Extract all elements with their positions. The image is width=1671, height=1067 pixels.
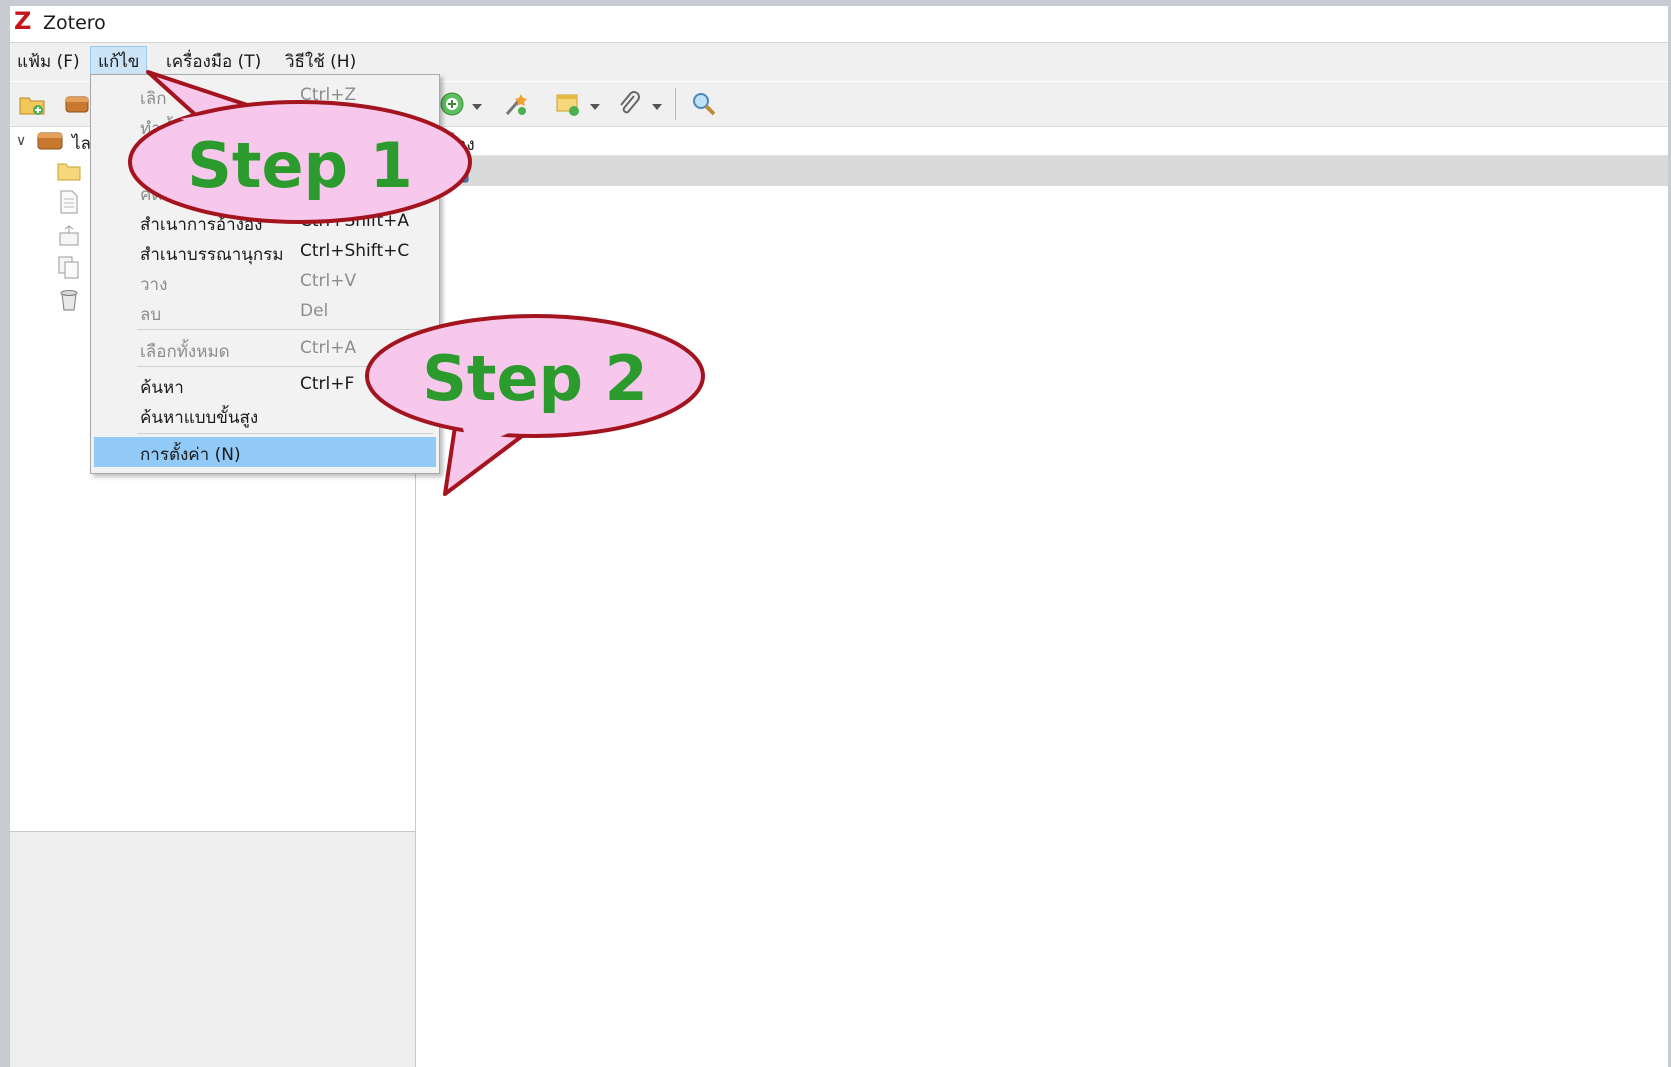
menu-item-paste[interactable]: วาง Ctrl+V (94, 267, 436, 297)
menu-tools[interactable]: เครื่องมือ (T) (159, 47, 268, 77)
document-icon[interactable] (57, 190, 81, 214)
tag-selector (10, 831, 415, 1067)
magic-wand-icon[interactable] (502, 90, 530, 118)
menu-item-shortcut: Ctrl+Shift+C (300, 241, 410, 261)
new-item-icon[interactable] (438, 90, 466, 118)
zotero-window: Z Zotero แฟ้ม (F) แก้ไข เครื่องมือ (T) ว… (10, 6, 1671, 1067)
menu-item-select-all[interactable]: เลือกทั้งหมด Ctrl+A (94, 334, 436, 364)
menu-item-label: เลิก (140, 89, 167, 109)
menu-separator (137, 366, 433, 367)
menu-item-shortcut: Ctrl+Z (300, 85, 357, 105)
menu-item-label: ทำซ้ำ (140, 119, 182, 139)
menu-item-shortcut: Ctrl+F (300, 374, 355, 394)
items-pane: อเรื่อง (416, 127, 1671, 1067)
menu-item-copy[interactable]: คัดลอก Ctrl+C (94, 177, 436, 207)
menu-item-shortcut: Ctrl+Shift+A (300, 211, 410, 231)
menu-item-shortcut: Ctrl+X (300, 151, 357, 171)
menu-item-label: คัดลอก (140, 185, 194, 205)
search-icon[interactable] (690, 90, 718, 118)
zotero-logo-icon: Z (14, 7, 32, 35)
menu-item-label: ค้นหาแบบขั้นสูง (140, 408, 259, 428)
menu-item-find[interactable]: ค้นหา Ctrl+F (94, 370, 436, 400)
new-library-icon[interactable] (64, 90, 92, 118)
menu-separator (137, 433, 433, 434)
menu-item-copy-bibliography[interactable]: สำเนาบรรณานุกรม Ctrl+Shift+C (94, 237, 436, 267)
items-column-header[interactable]: อเรื่อง (416, 127, 1671, 156)
menu-separator (137, 329, 433, 330)
new-collection-icon[interactable] (18, 90, 46, 118)
menu-item-preferences[interactable]: การตั้งค่า (N) (94, 437, 436, 467)
menu-item-redo[interactable]: ทำซ้ำ Ctrl+Y (94, 111, 436, 141)
attachment-dropdown-icon[interactable] (652, 104, 662, 110)
menu-item-shortcut: Ctrl+C (300, 181, 357, 201)
menu-item-label: การตั้งค่า (N) (140, 445, 241, 465)
menu-item-label: ลบ (140, 305, 162, 325)
table-row[interactable] (416, 156, 1671, 186)
title-bar: Z Zotero (10, 6, 1671, 43)
menu-item-label: เลือกทั้งหมด (140, 342, 230, 362)
menu-item-copy-citation[interactable]: สำเนาการอ้างอิง Ctrl+Shift+A (94, 207, 436, 237)
library-icon (37, 132, 63, 150)
menu-item-delete[interactable]: ลบ Del (94, 297, 436, 327)
menu-item-undo[interactable]: เลิก Ctrl+Z (94, 81, 436, 111)
toolbar-separator (675, 88, 676, 120)
menu-item-shortcut: Del (300, 301, 329, 321)
chevron-down-icon[interactable]: ∨ (16, 133, 26, 149)
menu-item-shortcut: Ctrl+Y (300, 115, 355, 135)
folder-icon[interactable] (57, 159, 81, 183)
trash-icon[interactable] (57, 287, 81, 311)
window-title: Zotero (43, 12, 106, 34)
edit-menu-dropdown: เลิก Ctrl+Z ทำซ้ำ Ctrl+Y ตัด Ctrl+X คัดล… (90, 74, 440, 474)
menu-help[interactable]: วิธีใช้ (H) (278, 47, 363, 77)
new-note-icon[interactable] (554, 90, 582, 118)
new-note-dropdown-icon[interactable] (590, 104, 600, 110)
unfiled-items-icon[interactable] (57, 223, 81, 247)
menu-item-label: ตัด (140, 155, 163, 175)
menu-item-label: วาง (140, 275, 168, 295)
duplicate-items-icon[interactable] (57, 255, 81, 279)
menu-separator (137, 143, 433, 144)
menu-item-label: สำเนาบรรณานุกรม (140, 245, 284, 265)
menu-item-shortcut: Ctrl+A (300, 338, 357, 358)
menu-item-label: ค้นหา (140, 378, 184, 398)
book-icon (449, 159, 469, 183)
menu-item-cut[interactable]: ตัด Ctrl+X (94, 147, 436, 177)
new-item-dropdown-icon[interactable] (472, 104, 482, 110)
menu-file[interactable]: แฟ้ม (F) (10, 47, 87, 77)
library-label: ไล (72, 134, 91, 154)
menu-item-label: สำเนาการอ้างอิง (140, 215, 263, 235)
menu-item-advanced-search[interactable]: ค้นหาแบบขั้นสูง (94, 400, 436, 430)
attachment-icon[interactable] (616, 90, 644, 118)
menu-item-shortcut: Ctrl+V (300, 271, 357, 291)
